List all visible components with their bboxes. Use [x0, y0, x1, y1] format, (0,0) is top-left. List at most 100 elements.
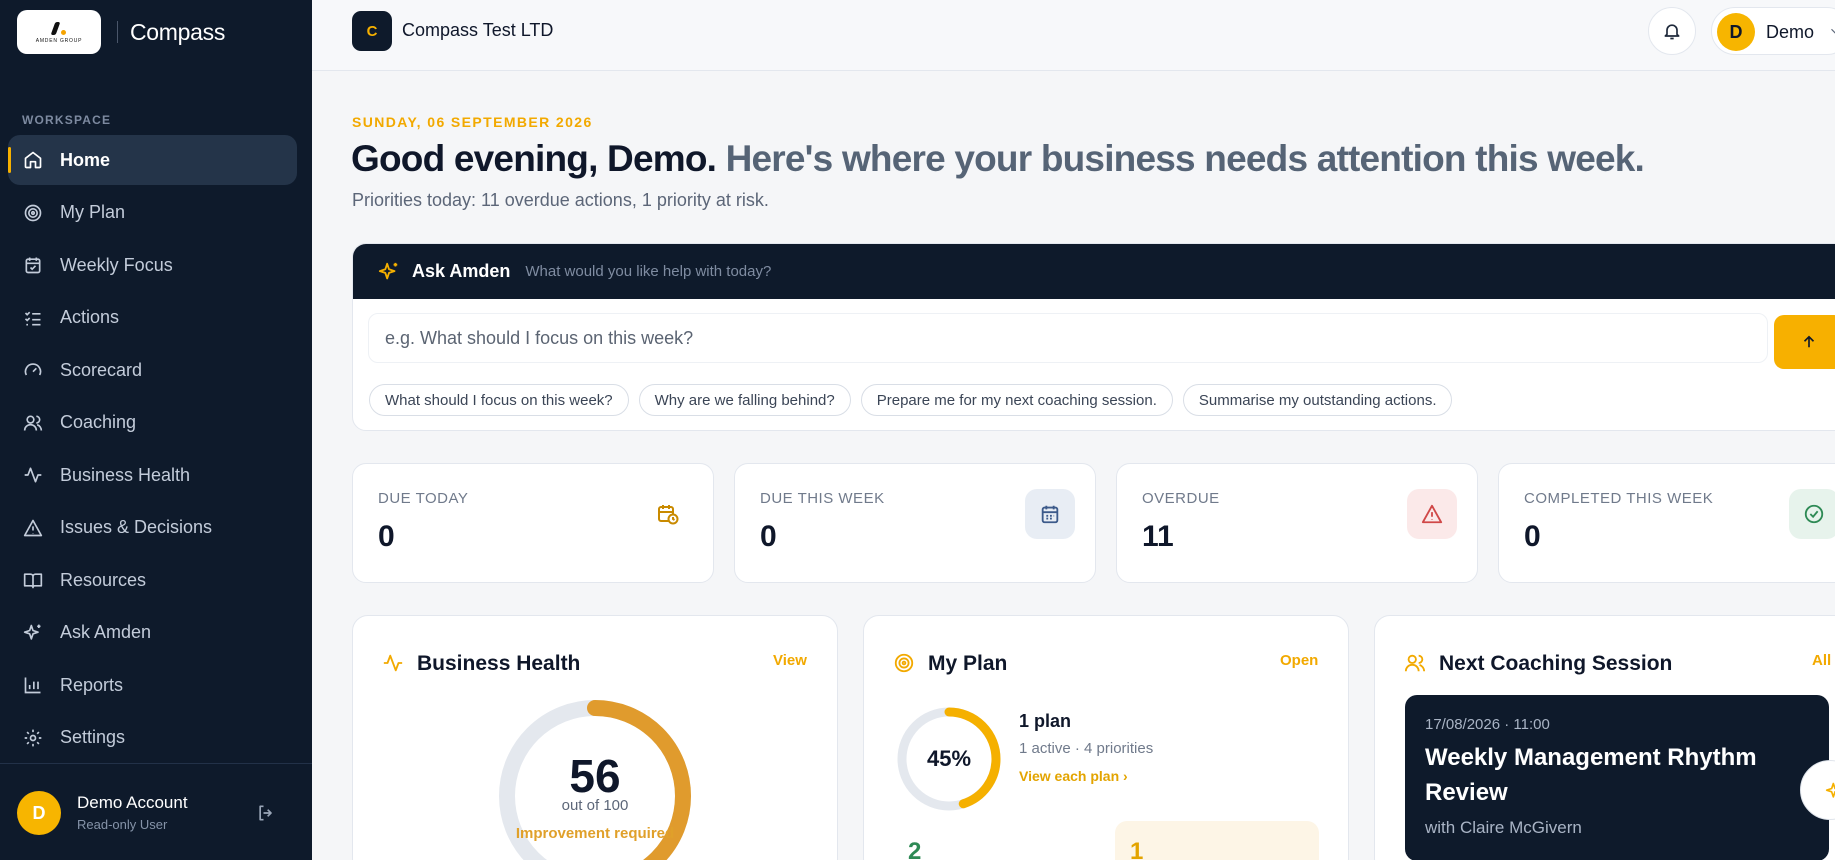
- gear-icon: [22, 727, 44, 749]
- arrow-up-icon: [1803, 335, 1815, 348]
- suggestion-chip[interactable]: Why are we falling behind?: [638, 384, 851, 416]
- sidebar-item-label: Issues & Decisions: [60, 517, 213, 537]
- stat-value: 0: [760, 520, 777, 553]
- all-link[interactable]: All: [1812, 652, 1831, 669]
- sidebar-item-label: Coaching: [60, 412, 137, 432]
- health-score-scale: out of 100: [561, 797, 629, 814]
- bar-chart-icon: [22, 674, 44, 696]
- sidebar-item-reports[interactable]: Reports: [8, 660, 297, 710]
- calendar-icon: [1025, 489, 1075, 539]
- gauge-icon: [22, 359, 44, 381]
- company-name[interactable]: Compass Test LTD: [402, 20, 553, 41]
- health-status: Improvement required: [515, 825, 675, 842]
- stat-due-today[interactable]: DUE TODAY 0: [352, 463, 714, 583]
- business-health-card: Business Health View 56 out of 100 Impro…: [352, 615, 838, 860]
- greeting-subtitle: Here's where your business needs attenti…: [725, 138, 1645, 179]
- sidebar-item-label: Settings: [60, 727, 126, 747]
- sidebar-item-settings[interactable]: Settings: [8, 713, 297, 763]
- link-label: View each plan: [1019, 768, 1120, 784]
- ask-input[interactable]: [368, 313, 1768, 363]
- stat-overdue[interactable]: OVERDUE 11: [1116, 463, 1478, 583]
- suggestion-chip[interactable]: What should I focus on this week?: [369, 384, 629, 416]
- avatar[interactable]: D: [17, 791, 61, 835]
- workspace-section-label: WORKSPACE: [22, 113, 112, 127]
- my-plan-card: My Plan Open 45% 1 plan 1 active · 4 pri…: [863, 615, 1349, 860]
- account-role: Read-only User: [77, 817, 168, 832]
- health-score: 56: [569, 750, 621, 802]
- brand-divider: [117, 21, 118, 43]
- sidebar-item-business-health[interactable]: Business Health: [8, 450, 297, 500]
- card-title: Business Health: [417, 652, 581, 675]
- plan-count: 1 plan: [1019, 711, 1072, 731]
- send-button[interactable]: [1774, 315, 1835, 369]
- plan-stat-box: 1: [1115, 821, 1319, 860]
- stat-completed-this-week[interactable]: COMPLETED THIS WEEK 0: [1498, 463, 1835, 583]
- sidebar-item-ask-amden[interactable]: Ask Amden: [8, 608, 297, 658]
- top-bar: C Compass Test LTD D Demo: [312, 0, 1835, 71]
- page-title: Good evening, Demo. Here's where your bu…: [351, 138, 1645, 180]
- logout-icon[interactable]: [256, 803, 278, 825]
- sidebar-item-label: Actions: [60, 307, 120, 327]
- sparkles-icon: [1825, 782, 1835, 798]
- company-badge[interactable]: C: [352, 11, 392, 51]
- chevron-right-icon: ›: [1123, 768, 1128, 784]
- stat-value: 0: [378, 520, 395, 553]
- ask-amden-panel: Ask Amden What would you like help with …: [352, 243, 1835, 431]
- suggestion-chip[interactable]: Summarise my outstanding actions.: [1182, 384, 1453, 416]
- session-coach: with Claire McGivern: [1425, 818, 1582, 837]
- suggestion-chips: What should I focus on this week? Why ar…: [369, 384, 1462, 416]
- view-each-plan-link[interactable]: View each plan ›: [1019, 768, 1128, 784]
- logo-text: AMDEN GROUP: [35, 37, 83, 44]
- plan-summary: 1 active · 4 priorities: [1019, 740, 1154, 757]
- suggestion-chip[interactable]: Prepare me for my next coaching session.: [860, 384, 1173, 416]
- user-name: Demo: [1766, 22, 1815, 42]
- ask-amden-header: Ask Amden What would you like help with …: [353, 244, 1835, 299]
- sidebar-item-weekly-focus[interactable]: Weekly Focus: [8, 240, 297, 290]
- sidebar-item-label: Resources: [60, 569, 147, 590]
- session-card[interactable]: 17/08/2026 · 11:00 Weekly Management Rhy…: [1405, 695, 1829, 860]
- ask-amden-title: Ask Amden: [412, 261, 511, 281]
- list-check-icon: [22, 307, 44, 329]
- sidebar-item-label: Reports: [60, 674, 124, 695]
- sidebar-item-home[interactable]: Home: [8, 135, 297, 185]
- sidebar-nav: Home My Plan Weekly Focus Actions Scorec…: [8, 135, 297, 765]
- stat-label: DUE THIS WEEK: [760, 490, 885, 507]
- next-coaching-card: Next Coaching Session All 17/08/2026 · 1…: [1374, 615, 1835, 860]
- stat-label: DUE TODAY: [378, 490, 469, 507]
- sidebar-item-resources[interactable]: Resources: [8, 555, 297, 605]
- pulse-icon: [383, 654, 403, 672]
- sidebar-item-label: Business Health: [60, 464, 191, 485]
- user-menu-button[interactable]: D Demo: [1711, 7, 1835, 55]
- bell-icon: [1664, 24, 1680, 40]
- session-title: Weekly Management Rhythm Review: [1425, 744, 1757, 806]
- sidebar-item-label: My Plan: [60, 202, 126, 222]
- stat-value: 11: [1142, 520, 1174, 553]
- priorities-summary: Priorities today: 11 overdue actions, 1 …: [352, 190, 769, 210]
- notifications-button[interactable]: [1648, 7, 1696, 55]
- stat-label: OVERDUE: [1142, 490, 1220, 507]
- chevron-down-icon: [1831, 28, 1835, 34]
- view-link[interactable]: View: [773, 652, 807, 669]
- warning-icon: [22, 517, 44, 539]
- plan-percent: 45%: [926, 746, 972, 771]
- sidebar-item-label: Ask Amden: [60, 622, 152, 642]
- brand[interactable]: AMDEN GROUP Compass: [17, 10, 225, 54]
- stat-due-this-week[interactable]: DUE THIS WEEK 0: [734, 463, 1096, 583]
- session-datetime: 17/08/2026 · 11:00: [1425, 716, 1550, 733]
- sidebar-item-label: Home: [60, 149, 111, 170]
- open-link[interactable]: Open: [1280, 652, 1318, 669]
- pulse-icon: [22, 464, 44, 486]
- ask-amden-subtitle: What would you like help with today?: [525, 263, 772, 280]
- account-name: Demo Account: [77, 793, 188, 812]
- sidebar: AMDEN GROUP Compass WORKSPACE Home My Pl…: [0, 0, 312, 860]
- sidebar-item-scorecard[interactable]: Scorecard: [8, 345, 297, 395]
- sidebar-item-coaching[interactable]: Coaching: [8, 398, 297, 448]
- sidebar-item-my-plan[interactable]: My Plan: [8, 188, 297, 238]
- sidebar-item-actions[interactable]: Actions: [8, 293, 297, 343]
- sidebar-item-issues-decisions[interactable]: Issues & Decisions: [8, 503, 297, 553]
- stat-value: 0: [1524, 520, 1541, 553]
- alert-triangle-icon: [1407, 489, 1457, 539]
- users-icon: [1404, 654, 1426, 672]
- home-icon: [22, 149, 44, 171]
- app-name: Compass: [130, 18, 226, 45]
